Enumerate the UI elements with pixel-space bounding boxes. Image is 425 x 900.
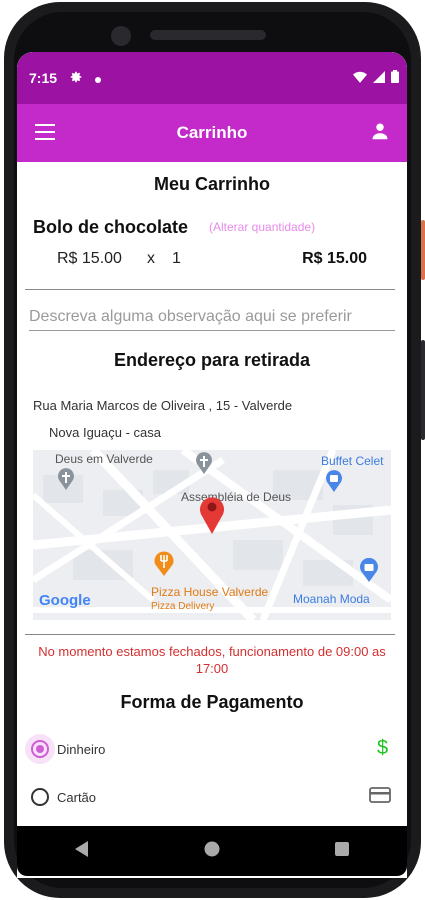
radio-card[interactable] [31,788,49,806]
payment-title: Forma de Pagamento [120,692,304,712]
volume-button [421,340,425,440]
signal-icon [373,70,385,86]
payment-label-cash: Dinheiro [57,741,106,757]
map-label-buffet: Buffet Celet [321,454,384,468]
map-label-church-valverde: Deus em Valverde [55,452,153,466]
status-time: 7:15 [29,70,58,86]
app-bar: Carrinho [17,104,407,162]
unit-price: R$ 15.00 [57,250,122,267]
google-logo: Google [39,592,91,609]
card-icon [369,786,391,808]
cart-title: Meu Carrinho [153,174,270,194]
divider [25,634,395,635]
settings-icon [69,70,83,87]
cash-icon: $ [377,736,391,763]
divider [25,289,395,290]
home-icon[interactable] [204,841,220,862]
front-camera [111,26,131,46]
address-line-city: Nova Iguaçu - casa [49,425,162,440]
radio-cash[interactable] [31,740,49,758]
address-line-street: Rua Maria Marcos de Oliveira , 15 - Valv… [33,398,293,413]
pickup-map[interactable]: Deus em Valverde Assembléia de Deus Buff… [33,450,391,620]
recents-icon[interactable] [335,841,350,861]
user-icon[interactable] [371,122,389,142]
menu-icon[interactable] [35,124,55,140]
battery-icon [391,70,399,86]
system-nav-bar [17,826,407,876]
change-quantity-link[interactable]: (Alterar quantidade) [209,220,315,234]
shopping-pin-icon [359,558,379,582]
payment-option-card[interactable]: Cartão [31,782,391,812]
location-pin-icon [199,494,225,534]
map-label-moanah: Moanah Moda [293,592,370,606]
pickup-address-title: Endereço para retirada [113,350,311,370]
earpiece-speaker [150,30,266,40]
church-pin-icon [57,468,75,490]
payment-option-cash[interactable]: Dinheiro $ [25,734,391,764]
product-name: Bolo de chocolate [33,217,189,237]
times-sign: x [147,250,155,267]
back-icon[interactable] [74,840,89,862]
map-label-assembleia: Assembléia de Deus [181,490,292,504]
svg-text:$: $ [377,737,388,758]
church-pin-icon [195,452,213,474]
closed-message: No momento estamos fechados, funcionamen… [38,644,386,676]
restaurant-pin-icon [153,550,175,576]
item-total: R$ 15.00 [302,250,367,267]
item-quantity: 1 [172,250,181,267]
observation-input[interactable] [29,299,395,331]
notification-dot-icon [95,70,102,86]
wifi-icon [353,70,367,86]
map-label-pizza-house: Pizza House Valverde [151,585,269,599]
app-bar-title: Carrinho [176,123,248,142]
screen: 7:15 Carrinho Meu Carrinho Bolo de choco… [17,52,407,878]
map-label-pizza-delivery: Pizza Delivery [151,601,215,612]
payment-label-card: Cartão [57,789,97,805]
shopping-pin-icon [325,470,343,492]
status-bar: 7:15 [17,52,407,104]
power-button [421,220,425,280]
